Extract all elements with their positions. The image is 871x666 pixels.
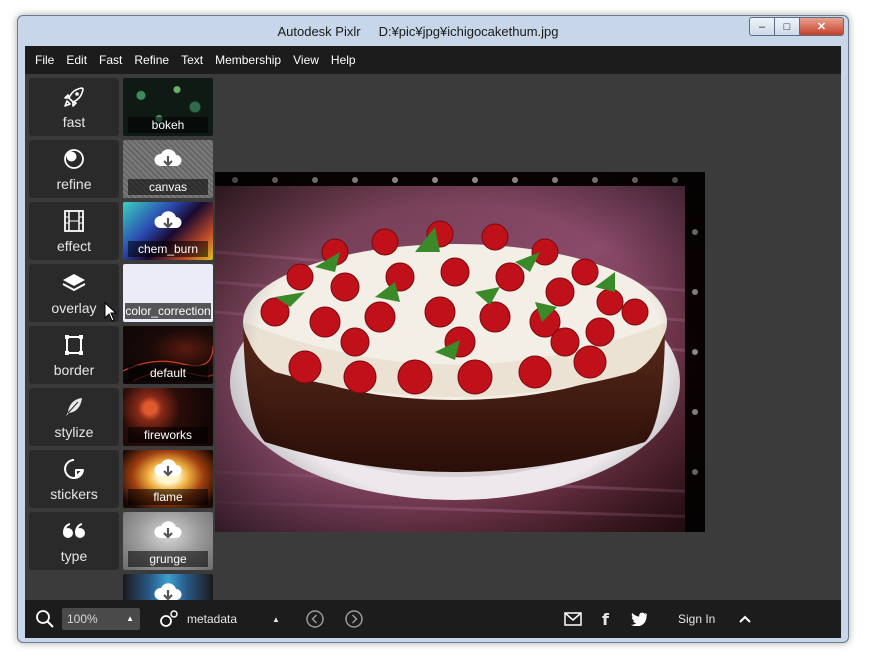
menu-bar: File Edit Fast Refine Text Membership Vi… (25, 46, 841, 74)
tool-type-button[interactable]: type (29, 512, 119, 570)
overlay-thumb-flame[interactable]: flame (123, 450, 213, 508)
menu-view[interactable]: View (287, 53, 325, 67)
overlay-thumbnail-list: bokeh canvas chem_burn color_correction … (123, 78, 213, 638)
tool-effect-label: effect (57, 238, 91, 254)
mail-icon[interactable] (564, 600, 582, 638)
facebook-icon[interactable]: f (602, 600, 609, 638)
cloud-download-icon (154, 459, 182, 477)
overlay-thumb-chem-burn[interactable]: chem_burn (123, 202, 213, 260)
tool-border-label: border (53, 362, 95, 378)
menu-membership[interactable]: Membership (209, 53, 287, 67)
tool-refine-button[interactable]: refine (29, 140, 119, 198)
tool-fast-label: fast (62, 114, 86, 130)
tool-stylize-label: stylize (54, 424, 94, 440)
overlay-label: color_correction (125, 303, 211, 319)
chevron-up-icon[interactable] (738, 600, 752, 638)
mouse-cursor-icon (104, 302, 118, 322)
tool-stickers-button[interactable]: stickers (29, 450, 119, 508)
menu-refine[interactable]: Refine (128, 53, 175, 67)
close-button[interactable]: ✕ (800, 17, 844, 36)
minimize-icon: – (758, 20, 766, 33)
menu-fast[interactable]: Fast (93, 53, 128, 67)
tool-border-button[interactable]: border (29, 326, 119, 384)
window-title: Autodesk Pixlr D:¥pic¥jpg¥ichigocakethum.… (18, 24, 848, 39)
twitter-icon[interactable] (630, 600, 648, 638)
refine-circles-icon (61, 146, 87, 172)
zoom-select[interactable]: 100% ▲ (62, 608, 140, 630)
sign-in-link[interactable]: Sign In (678, 600, 715, 638)
window-controls: – □ ✕ (749, 17, 844, 36)
cake-photo-image (215, 172, 705, 532)
app-window: Autodesk Pixlr D:¥pic¥jpg¥ichigocakethum.… (17, 15, 849, 643)
menu-text[interactable]: Text (175, 53, 209, 67)
overlay-thumb-canvas[interactable]: canvas (123, 140, 213, 198)
tool-stickers-label: stickers (50, 486, 98, 502)
previous-arrow-icon[interactable] (305, 600, 325, 638)
overlay-label: fireworks (128, 427, 208, 443)
sticker-icon (61, 456, 87, 482)
cloud-download-icon (154, 149, 182, 167)
app-name: Autodesk Pixlr (277, 24, 361, 39)
rocket-icon (61, 84, 87, 110)
tool-stylize-button[interactable]: stylize (29, 388, 119, 446)
metadata-label[interactable]: metadata (187, 600, 237, 638)
app-client-area: File Edit Fast Refine Text Membership Vi… (25, 46, 841, 638)
overlay-thumb-grunge[interactable]: grunge (123, 512, 213, 570)
tool-panel: fast refine effect overlay border styliz… (29, 78, 119, 574)
title-bar[interactable]: Autodesk Pixlr D:¥pic¥jpg¥ichigocakethum.… (18, 16, 848, 46)
minimize-button[interactable]: – (749, 17, 775, 36)
tool-overlay-label: overlay (51, 300, 97, 316)
zoom-value: 100% (67, 612, 98, 626)
layers-icon (61, 270, 87, 296)
bottom-bar: 100% ▲ metadata ▲ f Sign In (25, 600, 841, 638)
film-icon (61, 208, 87, 234)
close-icon: ✕ (816, 21, 827, 33)
overlay-thumb-bokeh[interactable]: bokeh (123, 78, 213, 136)
menu-file[interactable]: File (29, 53, 60, 67)
overlay-thumb-default[interactable]: default (123, 326, 213, 384)
tool-refine-label: refine (56, 176, 92, 192)
overlay-label: bokeh (128, 117, 208, 133)
overlay-thumb-color-correction[interactable]: color_correction (123, 264, 213, 322)
tool-fast-button[interactable]: fast (29, 78, 119, 136)
overlay-thumb-fireworks[interactable]: fireworks (123, 388, 213, 446)
metadata-icon[interactable] (159, 600, 179, 638)
next-arrow-icon[interactable] (344, 600, 364, 638)
feather-icon (61, 394, 87, 420)
overlay-label: chem_burn (128, 241, 208, 257)
border-frame-icon (61, 332, 87, 358)
overlay-label: canvas (128, 179, 208, 195)
overlay-label: grunge (128, 551, 208, 567)
tool-type-label: type (60, 548, 88, 564)
file-path: D:¥pic¥jpg¥ichigocakethum.jpg (378, 24, 559, 39)
zoom-search-icon[interactable] (35, 600, 55, 638)
quote-icon (61, 518, 87, 544)
photo-canvas[interactable] (215, 172, 705, 532)
menu-edit[interactable]: Edit (60, 53, 93, 67)
maximize-button[interactable]: □ (775, 17, 800, 36)
overlay-label: default (128, 365, 208, 381)
zoom-arrow-up-icon: ▲ (126, 614, 134, 623)
cloud-download-icon (154, 211, 182, 229)
tool-effect-button[interactable]: effect (29, 202, 119, 260)
menu-help[interactable]: Help (325, 53, 362, 67)
cloud-download-icon (154, 521, 182, 539)
overlay-label: flame (128, 489, 208, 505)
metadata-arrow-up-icon[interactable]: ▲ (272, 600, 280, 638)
maximize-icon: □ (783, 20, 791, 33)
